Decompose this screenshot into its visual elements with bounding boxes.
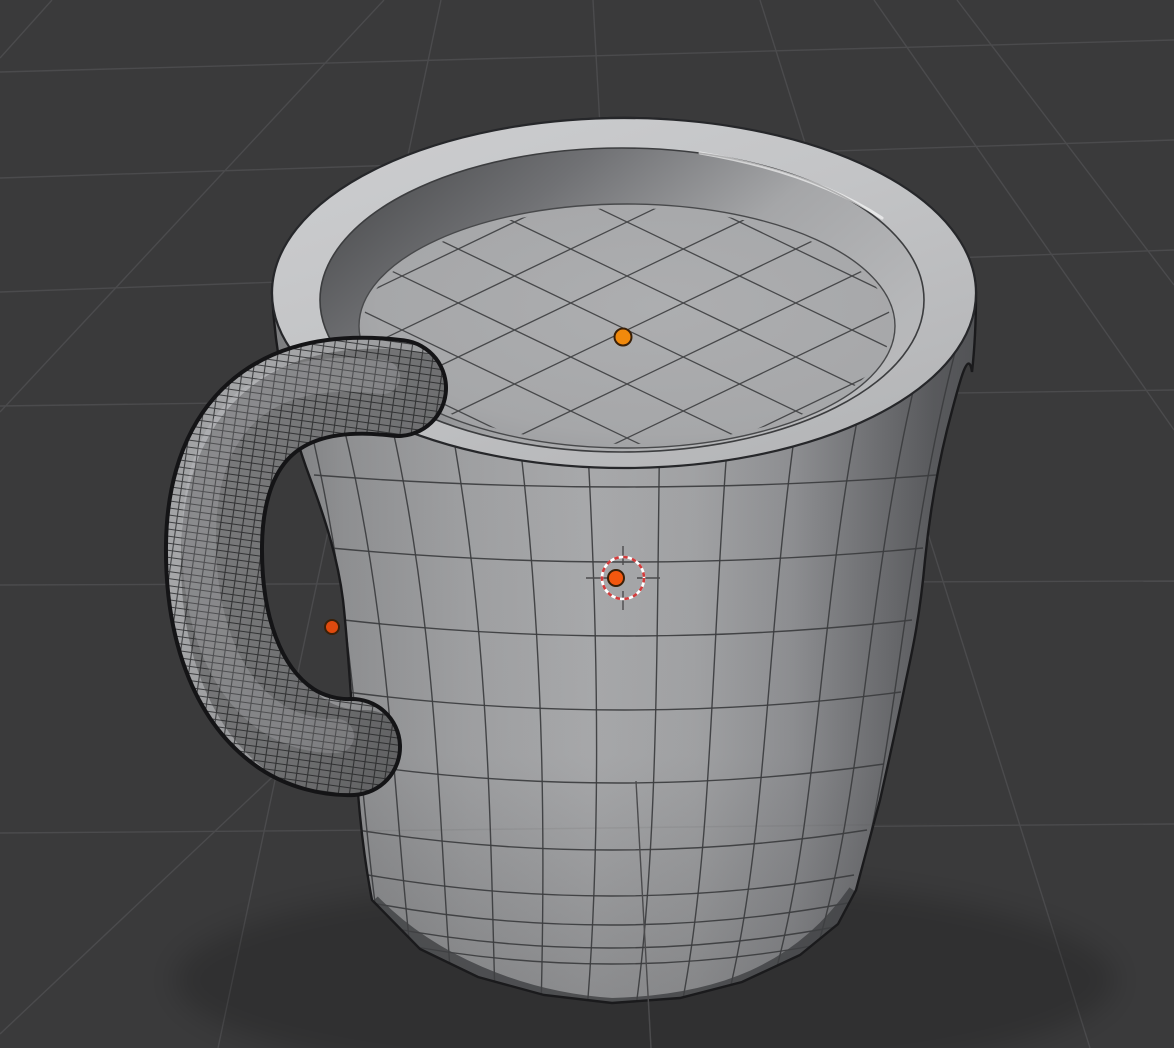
handle-surface (100, 310, 500, 830)
object-origin-handle[interactable] (324, 619, 340, 635)
object-origin-mug[interactable] (613, 327, 633, 347)
object-origin-selected[interactable] (607, 569, 625, 587)
mesh-object-handle[interactable] (100, 310, 500, 830)
viewport[interactable] (0, 0, 1174, 1048)
viewport-canvas[interactable] (0, 0, 1174, 1048)
